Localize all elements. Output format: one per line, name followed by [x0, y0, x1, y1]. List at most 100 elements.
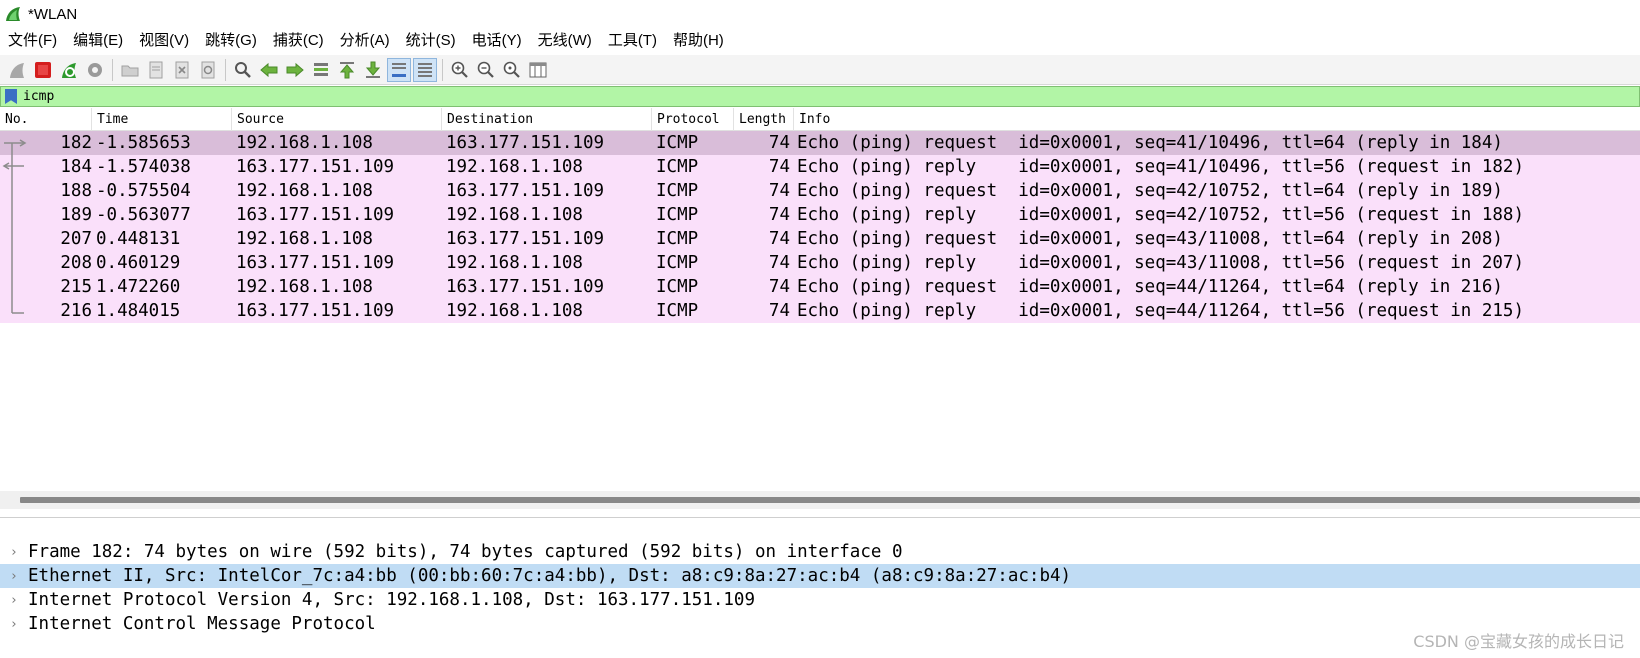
- packet-destination: 163.177.151.109: [446, 133, 605, 153]
- packet-info: Echo (ping) reply id=0x0001, seq=41/1049…: [797, 157, 1524, 177]
- menu-wireless[interactable]: 无线(W): [530, 28, 600, 54]
- packet-destination: 163.177.151.109: [446, 277, 605, 297]
- packet-row[interactable]: 208 0.460129 163.177.151.109 192.168.1.1…: [0, 251, 1640, 275]
- go-forward-icon[interactable]: [283, 58, 307, 82]
- detail-text: Internet Protocol Version 4, Src: 192.16…: [28, 590, 755, 610]
- packet-time: 1.484015: [96, 301, 181, 321]
- column-header-no[interactable]: No.: [0, 108, 92, 131]
- detail-tree-item[interactable]: › Internet Control Message Protocol: [0, 612, 1640, 636]
- packet-source: 192.168.1.108: [236, 181, 373, 201]
- wireshark-app-icon: [4, 5, 22, 23]
- first-packet-icon[interactable]: [335, 58, 359, 82]
- bookmark-icon[interactable]: [5, 89, 17, 104]
- packet-destination: 163.177.151.109: [446, 181, 605, 201]
- menu-view[interactable]: 视图(V): [131, 28, 197, 54]
- packet-destination: 163.177.151.109: [446, 229, 605, 249]
- detail-text: Internet Control Message Protocol: [28, 614, 376, 634]
- packet-length: 74: [768, 157, 790, 177]
- watermark: CSDN @宝藏女孩的成长日记: [1413, 632, 1624, 651]
- packet-row[interactable]: 216 1.484015 163.177.151.109 192.168.1.1…: [0, 299, 1640, 323]
- packet-destination: 192.168.1.108: [446, 157, 583, 177]
- packet-info: Echo (ping) reply id=0x0001, seq=44/1126…: [797, 301, 1524, 321]
- display-filter-bar: [0, 86, 1640, 107]
- packet-row[interactable]: 188 -0.575504 192.168.1.108 163.177.151.…: [0, 179, 1640, 203]
- packet-list: No. Time Source Destination Protocol Len…: [0, 108, 1640, 518]
- menu-file[interactable]: 文件(F): [0, 28, 65, 54]
- packet-source: 192.168.1.108: [236, 229, 373, 249]
- menu-telephony[interactable]: 电话(Y): [464, 28, 530, 54]
- reload-file-icon[interactable]: [196, 58, 220, 82]
- column-header-info[interactable]: Info: [794, 108, 1640, 131]
- go-back-icon[interactable]: [257, 58, 281, 82]
- column-header-length[interactable]: Length: [734, 108, 794, 131]
- column-header-source[interactable]: Source: [232, 108, 442, 131]
- colorize-icon[interactable]: [413, 57, 437, 82]
- go-to-packet-icon[interactable]: [309, 58, 333, 82]
- display-filter-input[interactable]: [23, 87, 1523, 106]
- packet-source: 163.177.151.109: [236, 205, 395, 225]
- capture-options-icon[interactable]: [83, 58, 107, 82]
- detail-tree-item[interactable]: › Ethernet II, Src: IntelCor_7c:a4:bb (0…: [0, 564, 1640, 588]
- packet-info: Echo (ping) request id=0x0001, seq=43/11…: [797, 229, 1503, 249]
- menu-tools[interactable]: 工具(T): [600, 28, 665, 54]
- packet-row[interactable]: 184 -1.574038 163.177.151.109 192.168.1.…: [0, 155, 1640, 179]
- packet-time: -0.575504: [96, 181, 191, 201]
- packet-row[interactable]: 182 -1.585653 192.168.1.108 163.177.151.…: [0, 131, 1640, 155]
- packet-info: Echo (ping) request id=0x0001, seq=42/10…: [797, 181, 1503, 201]
- last-packet-icon[interactable]: [361, 58, 385, 82]
- related-packets-indicator: [2, 139, 27, 314]
- packet-info: Echo (ping) reply id=0x0001, seq=43/1100…: [797, 253, 1524, 273]
- chevron-right-icon[interactable]: ›: [0, 593, 28, 608]
- horizontal-scrollbar-thumb[interactable]: [20, 497, 1640, 503]
- chevron-right-icon[interactable]: ›: [0, 617, 28, 632]
- shark-fin-start-icon[interactable]: [5, 58, 29, 82]
- packet-protocol: ICMP: [656, 133, 699, 153]
- column-header-protocol[interactable]: Protocol: [652, 108, 734, 131]
- chevron-right-icon[interactable]: ›: [0, 545, 28, 560]
- packet-info: Echo (ping) request id=0x0001, seq=41/10…: [797, 133, 1503, 153]
- detail-text: Frame 182: 74 bytes on wire (592 bits), …: [28, 542, 903, 562]
- column-header-time[interactable]: Time: [92, 108, 232, 131]
- packet-protocol: ICMP: [656, 253, 699, 273]
- packet-protocol: ICMP: [656, 181, 699, 201]
- menu-edit[interactable]: 编辑(E): [65, 28, 131, 54]
- packet-length: 74: [768, 181, 790, 201]
- toolbar-separator: [442, 58, 443, 81]
- packet-protocol: ICMP: [656, 157, 699, 177]
- stop-capture-icon[interactable]: [31, 58, 55, 82]
- restart-capture-icon[interactable]: [57, 58, 81, 82]
- packet-destination: 192.168.1.108: [446, 253, 583, 273]
- packet-row[interactable]: 189 -0.563077 163.177.151.109 192.168.1.…: [0, 203, 1640, 227]
- packet-time: 0.448131: [96, 229, 181, 249]
- toolbar-separator: [225, 58, 226, 81]
- menu-statistics[interactable]: 统计(S): [398, 28, 464, 54]
- packet-length: 74: [768, 133, 790, 153]
- packet-source: 163.177.151.109: [236, 301, 395, 321]
- packet-length: 74: [768, 253, 790, 273]
- detail-tree-item[interactable]: › Frame 182: 74 bytes on wire (592 bits)…: [0, 540, 1640, 564]
- packet-row[interactable]: 215 1.472260 192.168.1.108 163.177.151.1…: [0, 275, 1640, 299]
- menu-capture[interactable]: 捕获(C): [265, 28, 332, 54]
- save-file-icon[interactable]: [144, 58, 168, 82]
- detail-tree-item[interactable]: › Internet Protocol Version 4, Src: 192.…: [0, 588, 1640, 612]
- packet-source: 163.177.151.109: [236, 253, 395, 273]
- packet-length: 74: [768, 229, 790, 249]
- chevron-right-icon[interactable]: ›: [0, 569, 28, 584]
- menu-analyze[interactable]: 分析(A): [332, 28, 398, 54]
- packet-list-header: No. Time Source Destination Protocol Len…: [0, 108, 1640, 131]
- window-title: *WLAN: [28, 5, 78, 23]
- packet-row[interactable]: 207 0.448131 192.168.1.108 163.177.151.1…: [0, 227, 1640, 251]
- resize-columns-icon[interactable]: [526, 58, 550, 82]
- zoom-in-icon[interactable]: [448, 58, 472, 82]
- autoscroll-icon[interactable]: [387, 57, 411, 82]
- zoom-reset-icon[interactable]: [500, 58, 524, 82]
- menu-go[interactable]: 跳转(G): [197, 28, 265, 54]
- zoom-out-icon[interactable]: [474, 58, 498, 82]
- packet-info: Echo (ping) reply id=0x0001, seq=42/1075…: [797, 205, 1524, 225]
- find-packet-icon[interactable]: [231, 58, 255, 82]
- column-header-destination[interactable]: Destination: [442, 108, 652, 131]
- close-file-icon[interactable]: [170, 58, 194, 82]
- menu-help[interactable]: 帮助(H): [665, 28, 732, 54]
- packet-protocol: ICMP: [656, 301, 699, 321]
- open-file-icon[interactable]: [118, 58, 142, 82]
